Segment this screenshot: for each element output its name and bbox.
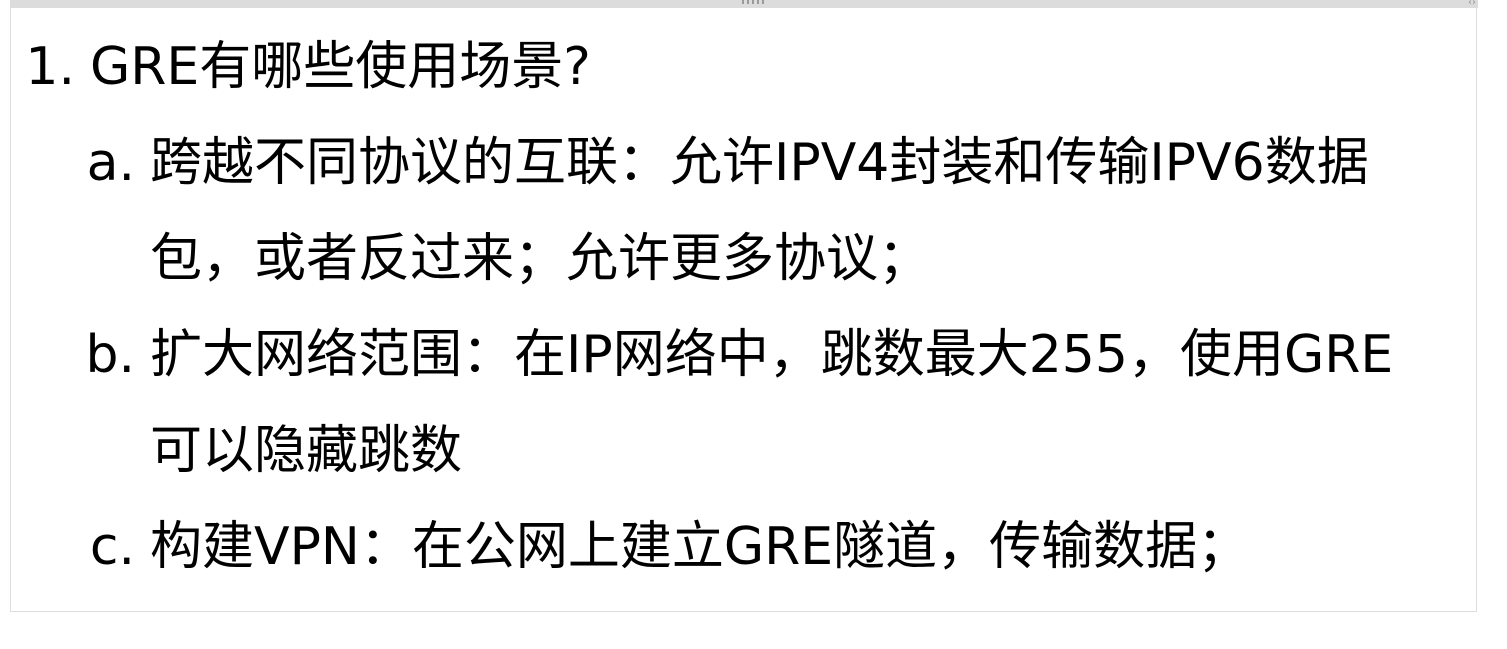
list-item-b-line1: 扩大网络范围：在IP网络中，跳数最大255，使用GRE xyxy=(150,325,1394,385)
list-item-b-line2: 可以隐藏跳数 xyxy=(150,421,463,481)
resize-grip-icon[interactable] xyxy=(742,0,764,4)
list-item-a-line1: 跨越不同协议的互联：允许IPV4封装和传输IPV6数据 xyxy=(150,133,1369,193)
list-item-a-line2: 包，或者反过来；允许更多协议； xyxy=(150,229,931,289)
expand-icon[interactable]: ‹› xyxy=(1468,0,1476,8)
list-item-c-line1: 构建VPN：在公网上建立GRE隧道，传输数据； xyxy=(150,517,1250,577)
list-marker-b: b. xyxy=(85,325,135,385)
list-marker-1: 1. xyxy=(25,37,75,97)
top-resize-bar[interactable]: ‹› xyxy=(10,0,1478,8)
list-marker-c: c. xyxy=(89,517,135,577)
list-marker-a: a. xyxy=(86,133,135,193)
list-item-1-text: GRE有哪些使用场景? xyxy=(90,37,591,97)
